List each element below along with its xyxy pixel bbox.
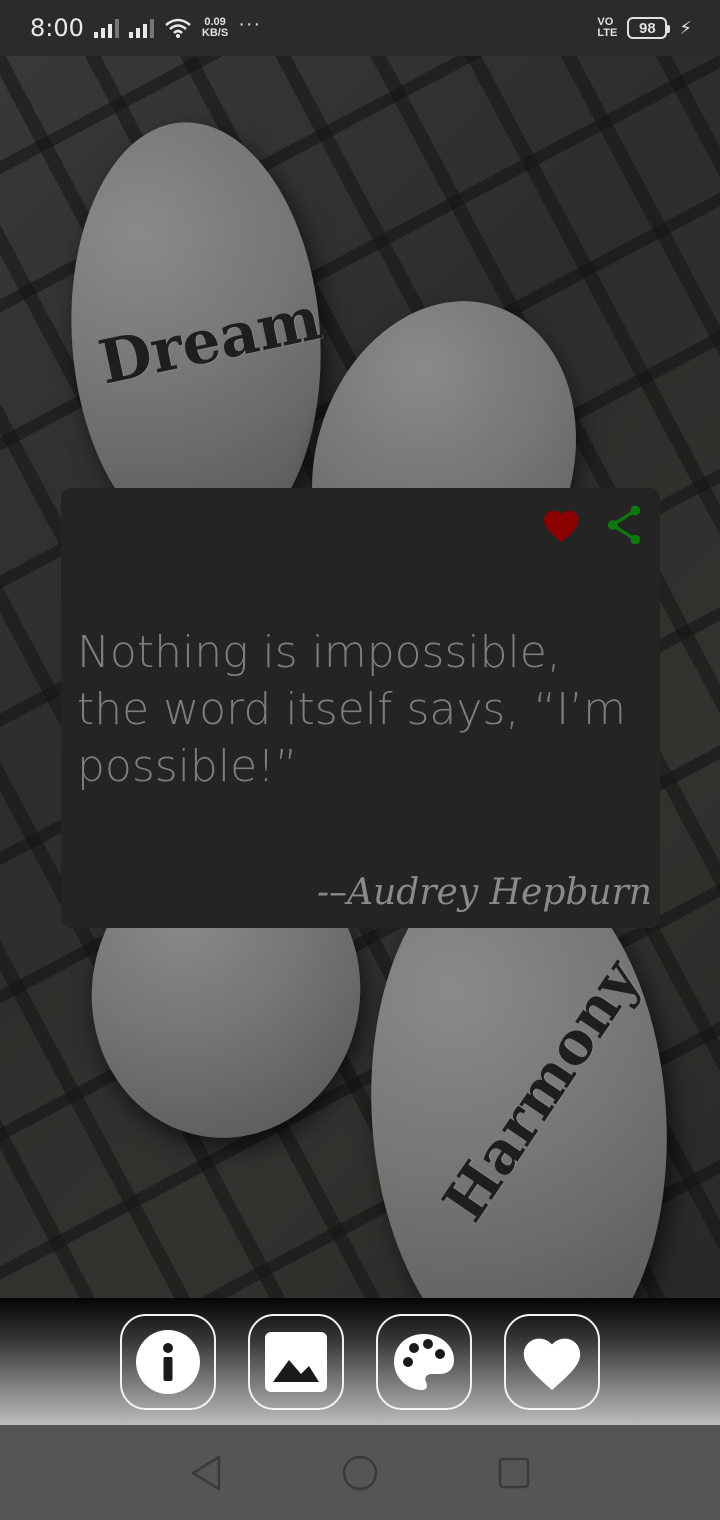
charging-icon: ⚡ <box>679 17 692 38</box>
bottom-toolbar <box>0 1298 720 1425</box>
wifi-icon <box>165 18 191 38</box>
more-notifications-indicator: ··· <box>238 12 262 35</box>
network-speed: 0.09 KB/S <box>202 17 228 39</box>
favorites-button[interactable] <box>504 1313 600 1410</box>
volte-bottom: LTE <box>597 27 618 39</box>
heart-icon <box>523 1338 581 1390</box>
battery-level: 98 <box>639 19 656 37</box>
status-right: VO LTE 98 ⚡ <box>597 17 692 39</box>
card-actions <box>540 504 644 546</box>
back-icon[interactable] <box>189 1454 223 1492</box>
status-left: 8:00 0.09 KB/S ··· <box>30 12 597 43</box>
signal-strength-icon <box>93 18 119 38</box>
palette-icon <box>394 1333 454 1390</box>
quote-text: Nothing is impossible, the word itself s… <box>77 627 626 792</box>
system-navigation-bar <box>0 1425 720 1520</box>
favorite-heart-icon[interactable] <box>540 506 582 544</box>
color-palette-button[interactable] <box>376 1313 472 1410</box>
status-time: 8:00 <box>30 14 84 42</box>
info-icon <box>136 1329 200 1394</box>
signal-strength-icon-2 <box>128 18 154 38</box>
background-image-button[interactable] <box>248 1313 344 1410</box>
network-speed-unit: KB/S <box>201 27 229 39</box>
volte-indicator: VO LTE <box>597 17 617 39</box>
info-button[interactable] <box>120 1313 216 1410</box>
share-icon[interactable] <box>604 504 644 546</box>
quote-author: -–Audrey Hepburn <box>316 872 652 913</box>
battery-icon: 98 <box>627 17 671 39</box>
recents-icon[interactable] <box>497 1456 531 1490</box>
image-icon <box>265 1331 327 1392</box>
status-bar: 8:00 0.09 KB/S ··· VO LTE 98 ⚡ <box>0 0 720 56</box>
quote-card: Nothing is impossible, the word itself s… <box>61 488 660 928</box>
home-icon[interactable] <box>341 1454 379 1492</box>
